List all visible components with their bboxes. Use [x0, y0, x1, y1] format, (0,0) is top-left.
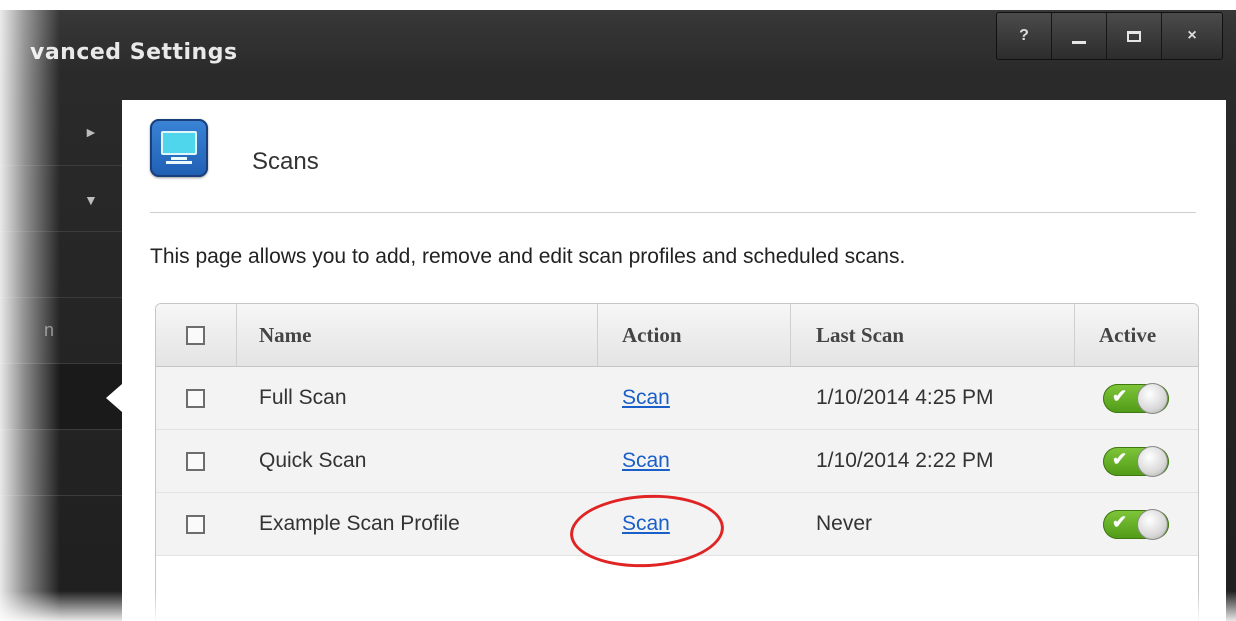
column-header-last-scan[interactable]: Last Scan	[816, 304, 904, 366]
check-icon: ✔	[1112, 386, 1128, 406]
scan-name: Full Scan	[259, 386, 347, 409]
column-header-name[interactable]: Name	[259, 304, 311, 366]
column-header-active[interactable]: Active	[1099, 304, 1156, 366]
sidebar-item-2[interactable]: ▼	[0, 166, 122, 232]
divider	[150, 212, 1196, 213]
sidebar-item-3[interactable]	[0, 232, 122, 298]
sidebar: ► ▼ n	[0, 100, 122, 496]
window-frame: vanced Settings ? × ► ▼ n Scans This pag…	[0, 0, 1236, 621]
window-title: vanced Settings	[30, 40, 238, 65]
page-description: This page allows you to add, remove and …	[150, 245, 906, 268]
minimize-button[interactable]	[1052, 13, 1107, 59]
row-checkbox[interactable]	[186, 515, 205, 534]
select-all-checkbox[interactable]	[186, 326, 205, 345]
scan-link[interactable]: Scan	[622, 367, 670, 429]
last-scan-time: Never	[816, 512, 873, 535]
sidebar-item-1[interactable]: ►	[0, 100, 122, 166]
scan-link[interactable]: Scan	[622, 430, 670, 492]
close-button[interactable]: ×	[1162, 13, 1222, 59]
check-icon: ✔	[1112, 512, 1128, 532]
page-title: Scans	[252, 148, 319, 175]
active-toggle[interactable]: ✔	[1103, 447, 1169, 476]
selection-pointer-icon	[106, 384, 122, 412]
check-icon: ✔	[1112, 449, 1128, 469]
sidebar-item-4[interactable]: n	[0, 298, 122, 364]
last-scan-time: 1/10/2014 4:25 PM	[816, 386, 994, 409]
row-checkbox[interactable]	[186, 452, 205, 471]
scans-table: Name Action Last Scan Active Full Scan S…	[155, 303, 1199, 621]
close-icon: ×	[1187, 27, 1197, 44]
monitor-icon	[150, 119, 208, 177]
scan-name: Quick Scan	[259, 449, 367, 472]
maximize-button[interactable]	[1107, 13, 1162, 59]
top-strip	[0, 0, 1236, 10]
help-button[interactable]: ?	[997, 13, 1052, 59]
sidebar-item-scans-selected[interactable]	[0, 364, 122, 430]
table-header: Name Action Last Scan Active	[156, 304, 1198, 367]
maximize-icon	[1127, 30, 1141, 42]
window-controls: ? ×	[996, 12, 1223, 60]
row-checkbox[interactable]	[186, 389, 205, 408]
active-toggle[interactable]: ✔	[1103, 384, 1169, 413]
table-row[interactable]: Full Scan Scan 1/10/2014 4:25 PM ✔	[156, 367, 1198, 430]
column-header-action[interactable]: Action	[622, 304, 682, 366]
chevron-right-icon: ►	[84, 124, 98, 140]
last-scan-time: 1/10/2014 2:22 PM	[816, 449, 994, 472]
sidebar-item-label: n	[44, 320, 55, 340]
active-toggle[interactable]: ✔	[1103, 510, 1169, 539]
minimize-icon	[1072, 40, 1086, 44]
scan-name: Example Scan Profile	[259, 512, 460, 535]
help-icon: ?	[1019, 27, 1029, 44]
sidebar-item-6[interactable]	[0, 430, 122, 496]
table-row[interactable]: Quick Scan Scan 1/10/2014 2:22 PM ✔	[156, 430, 1198, 493]
chevron-down-icon: ▼	[84, 192, 98, 208]
